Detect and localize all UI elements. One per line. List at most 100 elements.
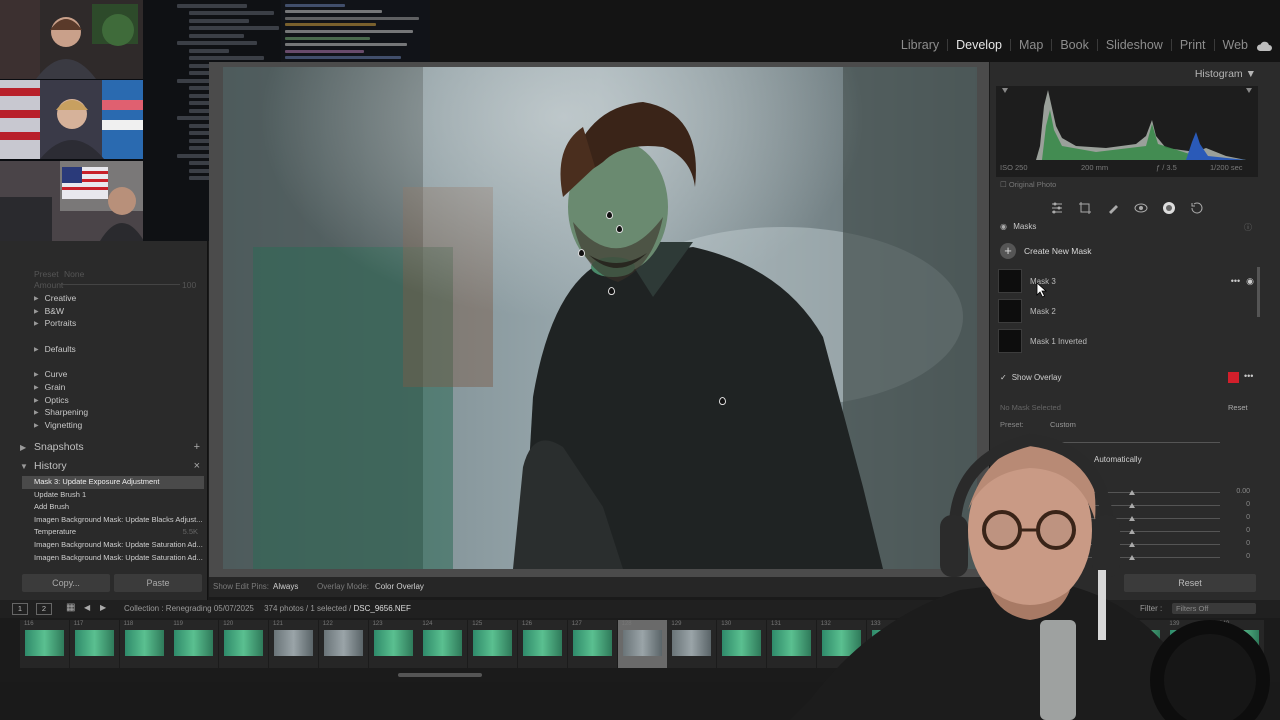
preset-group-vignetting[interactable]: Vignetting bbox=[34, 420, 83, 430]
history-item[interactable]: Imagen Background Mask: Update Saturatio… bbox=[22, 539, 204, 552]
filmstrip-cell[interactable]: 127 bbox=[567, 620, 617, 668]
edit-pin[interactable] bbox=[608, 287, 615, 295]
forward-arrow-icon[interactable]: ▶ bbox=[100, 603, 106, 612]
module-print[interactable]: Print bbox=[1176, 38, 1210, 52]
module-library[interactable]: Library bbox=[897, 38, 943, 52]
paste-button[interactable]: Paste bbox=[114, 574, 202, 592]
preset-group-optics[interactable]: Optics bbox=[34, 395, 69, 405]
crop-icon[interactable] bbox=[1078, 201, 1092, 215]
preset-group-curve[interactable]: Curve bbox=[34, 369, 68, 379]
photo-thumbnail[interactable] bbox=[274, 630, 313, 656]
history-item[interactable]: Temperature 5.5K bbox=[22, 526, 204, 539]
module-web[interactable]: Web bbox=[1219, 38, 1252, 52]
photo-thumbnail[interactable] bbox=[473, 630, 513, 656]
photo-thumbnail[interactable] bbox=[224, 630, 264, 656]
masking-icon[interactable] bbox=[1162, 201, 1176, 215]
mask-thumbnail bbox=[998, 269, 1022, 293]
mask-row-mask-2[interactable]: Mask 2 bbox=[998, 298, 1254, 324]
preset-group-b-w[interactable]: B&W bbox=[34, 306, 64, 316]
module-slideshow[interactable]: Slideshow bbox=[1102, 38, 1167, 52]
snapshots-panel-header[interactable]: ▶ Snapshots + bbox=[20, 438, 206, 456]
module-map[interactable]: Map bbox=[1015, 38, 1047, 52]
edit-pin[interactable] bbox=[606, 211, 613, 219]
presets-icon[interactable] bbox=[1190, 201, 1204, 215]
preset-group-sharpening[interactable]: Sharpening bbox=[34, 407, 88, 417]
amount-slider[interactable] bbox=[60, 284, 180, 285]
preset-group-portraits[interactable]: Portraits bbox=[34, 318, 77, 328]
collection-label: Collection : Renegrading 05/07/2025 bbox=[124, 604, 254, 613]
preset-group-grain[interactable]: Grain bbox=[34, 382, 66, 392]
filmstrip-cell[interactable]: 126 bbox=[518, 620, 567, 668]
photo-thumbnail[interactable] bbox=[174, 630, 214, 656]
preset-group-defaults[interactable]: Defaults bbox=[34, 344, 76, 354]
photo-thumbnail[interactable] bbox=[622, 630, 662, 656]
history-item[interactable]: Update Brush 1 bbox=[22, 489, 204, 502]
more-options-icon[interactable]: ••• bbox=[1244, 371, 1253, 381]
help-icon[interactable]: ⓘ bbox=[1244, 222, 1252, 233]
history-item-label: Update Brush 1 bbox=[34, 489, 87, 499]
edit-pin[interactable] bbox=[719, 397, 726, 405]
photo-thumbnail[interactable] bbox=[323, 630, 363, 656]
secondary-screen-button[interactable]: 2 bbox=[36, 603, 52, 615]
photo-thumbnail[interactable] bbox=[572, 630, 612, 656]
filmstrip-cell[interactable]: 117 bbox=[69, 620, 119, 668]
photo-thumbnail[interactable] bbox=[373, 630, 413, 656]
show-overlay-checkbox[interactable]: ✓ Show Overlay bbox=[1000, 373, 1062, 382]
eye-icon[interactable]: ◉ bbox=[1000, 222, 1007, 231]
clear-history-icon[interactable]: × bbox=[194, 460, 200, 472]
module-book[interactable]: Book bbox=[1056, 38, 1093, 52]
edit-pins-select[interactable]: Always bbox=[273, 582, 298, 591]
reset-mask-button[interactable]: Reset bbox=[1228, 403, 1248, 412]
photo-thumbnail[interactable] bbox=[523, 630, 562, 656]
overlay-mode-select[interactable]: Color Overlay bbox=[375, 582, 424, 591]
history-item[interactable]: Imagen Background Mask: Update Saturatio… bbox=[22, 552, 204, 565]
edit-pin[interactable] bbox=[578, 249, 585, 257]
history-item[interactable]: Add Brush bbox=[22, 501, 204, 514]
filmstrip-cell[interactable]: 129 bbox=[667, 620, 717, 668]
history-item[interactable]: Imagen Background Mask: Update Blacks Ad… bbox=[22, 514, 204, 527]
photo-thumbnail[interactable] bbox=[722, 630, 762, 656]
filmstrip-cell[interactable]: 118 bbox=[119, 620, 169, 668]
filmstrip-cell[interactable]: 130 bbox=[717, 620, 767, 668]
photo-thumbnail[interactable] bbox=[124, 630, 164, 656]
photo-thumbnail[interactable] bbox=[423, 630, 463, 656]
eye-icon[interactable]: ◉ bbox=[1246, 276, 1254, 287]
heal-icon[interactable] bbox=[1106, 201, 1120, 215]
preset-group-creative[interactable]: Creative bbox=[34, 293, 77, 303]
sliders-icon[interactable] bbox=[1050, 201, 1064, 215]
history-item[interactable]: Mask 3: Update Exposure Adjustment bbox=[22, 476, 204, 489]
create-new-mask-button[interactable]: + Create New Mask bbox=[1000, 243, 1092, 259]
filmstrip-cell[interactable]: 124 bbox=[418, 620, 468, 668]
original-photo-toggle[interactable]: ☐ Original Photo bbox=[1000, 180, 1056, 189]
cloud-icon[interactable] bbox=[1256, 40, 1272, 52]
grid-icon[interactable]: ▦ bbox=[66, 602, 75, 613]
histogram-title[interactable]: Histogram ▼ bbox=[1195, 68, 1256, 80]
overlay-color-swatch[interactable] bbox=[1228, 372, 1239, 383]
filmstrip-cell[interactable]: 122 bbox=[318, 620, 368, 668]
filmstrip-cell[interactable]: 123 bbox=[368, 620, 418, 668]
photo-thumbnail[interactable] bbox=[74, 630, 114, 656]
filmstrip-cell[interactable]: 116 bbox=[20, 620, 69, 668]
more-options-icon[interactable]: ••• bbox=[1231, 276, 1240, 286]
preset-value[interactable]: None bbox=[64, 269, 84, 279]
masks-title: Masks bbox=[1013, 222, 1037, 231]
main-screen-button[interactable]: 1 bbox=[12, 603, 28, 615]
masks-scrollbar[interactable] bbox=[1257, 267, 1260, 317]
scroll-thumb[interactable] bbox=[398, 673, 482, 677]
copy-button[interactable]: Copy... bbox=[22, 574, 110, 592]
edit-pin[interactable] bbox=[616, 225, 623, 233]
mask-row-mask-1-inverted[interactable]: Mask 1 Inverted bbox=[998, 328, 1254, 354]
back-arrow-icon[interactable]: ◀ bbox=[84, 603, 90, 612]
history-panel-header[interactable]: ▼ History × bbox=[20, 457, 206, 475]
module-develop[interactable]: Develop bbox=[952, 38, 1006, 52]
filmstrip-cell[interactable]: 119 bbox=[169, 620, 219, 668]
filmstrip-cell[interactable]: 121 bbox=[269, 620, 318, 668]
filmstrip-cell[interactable]: 125 bbox=[468, 620, 518, 668]
red-eye-icon[interactable] bbox=[1134, 201, 1148, 215]
filmstrip-source[interactable]: Collection : Renegrading 05/07/2025 374 … bbox=[124, 604, 411, 613]
filmstrip-cell[interactable]: 120 bbox=[219, 620, 269, 668]
photo-thumbnail[interactable] bbox=[672, 630, 712, 656]
filmstrip-cell[interactable]: 128 bbox=[617, 620, 667, 668]
add-snapshot-icon[interactable]: + bbox=[194, 441, 200, 453]
photo-thumbnail[interactable] bbox=[25, 630, 64, 656]
